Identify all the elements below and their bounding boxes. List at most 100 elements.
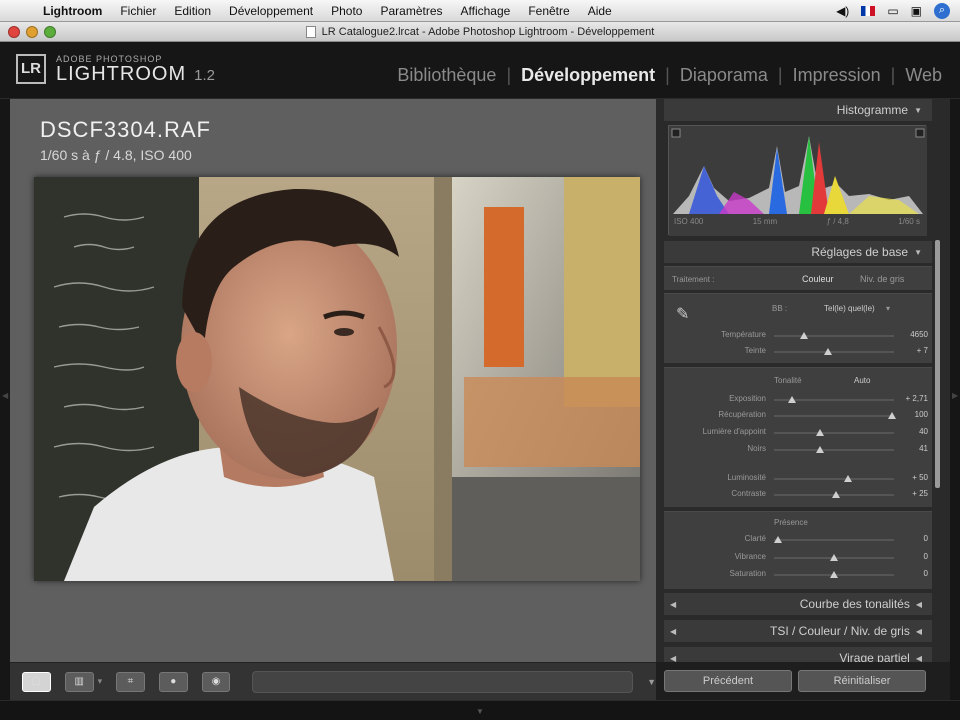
slider-value-2[interactable]: + 2,71 (906, 394, 928, 403)
menu-fichier[interactable]: Fichier (111, 4, 165, 18)
image-view: DSCF3304.RAF 1/60 s à ƒ / 4.8, ISO 400 (10, 99, 656, 662)
spotlight-search-icon[interactable]: ⌕ (934, 2, 950, 19)
slider-knob-9[interactable] (830, 554, 838, 561)
slider-value-6[interactable]: + 50 (912, 473, 928, 482)
slider-value-3[interactable]: 100 (915, 410, 928, 419)
menu-aide[interactable]: Aide (579, 4, 621, 18)
before-after-dropdown-icon[interactable]: ▾ (98, 676, 103, 687)
left-panel-toggle[interactable]: ◀ (0, 99, 10, 699)
module-separator: | (777, 65, 783, 85)
slider-value-8[interactable]: 0 (924, 534, 928, 543)
menu-developpement[interactable]: Développement (220, 4, 322, 18)
slider-track-2[interactable] (774, 396, 894, 403)
hsl-header[interactable]: ◀ TSI / Couleur / Niv. de gris ◀ (664, 620, 932, 642)
menu-app-name[interactable]: Lightroom (34, 4, 111, 18)
loupe-photo[interactable] (34, 177, 640, 581)
menu-affichage[interactable]: Affichage (452, 4, 520, 18)
slider-track-3[interactable] (774, 412, 896, 419)
loupe-view-button[interactable]: ▢ (22, 671, 51, 692)
minimize-window-button[interactable] (26, 26, 38, 38)
right-panel-toggle[interactable]: ▶ (950, 99, 960, 699)
treatment-gray-option[interactable]: Niv. de gris (860, 274, 904, 284)
french-flag-icon[interactable] (861, 5, 876, 16)
previous-button[interactable]: Précédent (664, 670, 792, 692)
menu-photo[interactable]: Photo (322, 4, 371, 18)
zoom-window-button[interactable] (44, 26, 56, 38)
basic-settings-header[interactable]: Réglages de base ▼ (664, 241, 932, 263)
slider-track-1[interactable] (774, 348, 894, 355)
lr-badge: LR (16, 53, 46, 84)
slider-knob-1[interactable] (824, 348, 832, 355)
traffic-lights (8, 26, 56, 38)
menu-edition[interactable]: Edition (165, 4, 220, 18)
slider-value-10[interactable]: 0 (924, 569, 928, 578)
slider-track-8[interactable] (773, 536, 894, 543)
slider-label-2: Exposition (729, 394, 766, 403)
toolbar-options-dropdown-icon[interactable]: ▼ (647, 677, 656, 687)
slider-value-1[interactable]: + 7 (917, 346, 928, 355)
menu-fenetre[interactable]: Fenêtre (519, 4, 578, 18)
slider-track-10[interactable] (774, 571, 894, 578)
slider-label-1: Teinte (744, 346, 766, 355)
slider-value-9[interactable]: 0 (924, 552, 928, 561)
volume-icon[interactable]: ◀) (836, 4, 849, 18)
slider-knob-8[interactable] (773, 536, 782, 543)
slider-track-6[interactable] (774, 475, 894, 482)
right-panel-scrollbar[interactable] (935, 240, 940, 488)
histogram-header[interactable]: Histogramme ▼ (664, 99, 932, 121)
treatment-color-option[interactable]: Couleur (802, 274, 834, 284)
module-developpement[interactable]: Développement (521, 65, 655, 86)
left-arrow-icon: ◀ (2, 391, 9, 400)
user-icon[interactable]: ▣ (911, 4, 922, 18)
spot-removal-button[interactable]: ● (158, 671, 188, 692)
filmstrip-toggle[interactable]: ▼ (0, 700, 960, 720)
slider-knob-3[interactable] (887, 412, 896, 419)
slider-track-4[interactable] (774, 429, 894, 436)
wb-dropdown-icon[interactable]: ▾ (886, 304, 890, 313)
toolbar-content-field[interactable] (252, 670, 634, 693)
logo-line1: ADOBE PHOTOSHOP (56, 53, 163, 64)
slider-knob-2[interactable] (788, 396, 796, 403)
module-diaporama[interactable]: Diaporama (680, 65, 768, 86)
crop-tool-button[interactable]: ⌗ (116, 671, 145, 692)
slider-track-9[interactable] (774, 554, 894, 561)
module-impression[interactable]: Impression (793, 65, 881, 86)
reset-button[interactable]: Réinitialiser (798, 670, 926, 692)
slider-knob-4[interactable] (815, 429, 824, 436)
slider-label-5: Noirs (747, 444, 766, 453)
slider-value-7[interactable]: + 25 (912, 489, 928, 498)
split-toning-header[interactable]: ◀ Virage partiel ◀ (664, 647, 932, 662)
slider-knob-10[interactable] (830, 571, 838, 578)
menu-parametres[interactable]: Paramètres (371, 4, 451, 18)
bottom-toolbar: ▢ ▥ ▾ ⌗ ● ◉ ▼ (10, 662, 656, 700)
slider-knob-7[interactable] (832, 491, 841, 498)
slider-track-7[interactable] (774, 491, 894, 498)
slider-label-0: Température (721, 330, 766, 339)
close-window-button[interactable] (8, 26, 20, 38)
tone-curve-header[interactable]: ◀ Courbe des tonalités ◀ (664, 593, 932, 615)
module-web[interactable]: Web (905, 65, 942, 86)
module-bibliotheque[interactable]: Bibliothèque (397, 65, 496, 86)
wb-preset-select[interactable]: Tel(le) quel(le) (824, 304, 875, 313)
slider-knob-5[interactable] (815, 446, 824, 453)
photo-filename: DSCF3304.RAF (40, 117, 211, 142)
slider-value-4[interactable]: 40 (919, 427, 928, 436)
develop-buttons: Précédent Réinitialiser (656, 662, 950, 700)
module-picker: Bibliothèque | Développement | Diaporama… (397, 65, 942, 86)
before-after-button[interactable]: ▥ (64, 671, 94, 692)
red-eye-button[interactable]: ◉ (201, 671, 231, 692)
slider-track-0[interactable] (774, 332, 894, 339)
logo-line2: LIGHTROOM (56, 62, 187, 85)
wb-eyedropper-icon[interactable]: ✎ (676, 304, 689, 324)
lightroom-window: Lightroom Fichier Edition Développement … (0, 0, 960, 720)
tone-auto-button[interactable]: Auto (854, 376, 870, 385)
slider-value-0[interactable]: 4650 (910, 330, 928, 339)
slider-knob-0[interactable] (800, 332, 808, 339)
slider-value-5[interactable]: 41 (919, 444, 928, 453)
tone-title: Tonalité (774, 376, 802, 385)
slider-knob-6[interactable] (844, 475, 853, 482)
histo-focal: 15 mm (752, 217, 778, 226)
display-icon[interactable]: ▭ (887, 4, 898, 18)
collapse-triangle-icon: ▼ (914, 105, 922, 115)
slider-track-5[interactable] (774, 446, 894, 453)
